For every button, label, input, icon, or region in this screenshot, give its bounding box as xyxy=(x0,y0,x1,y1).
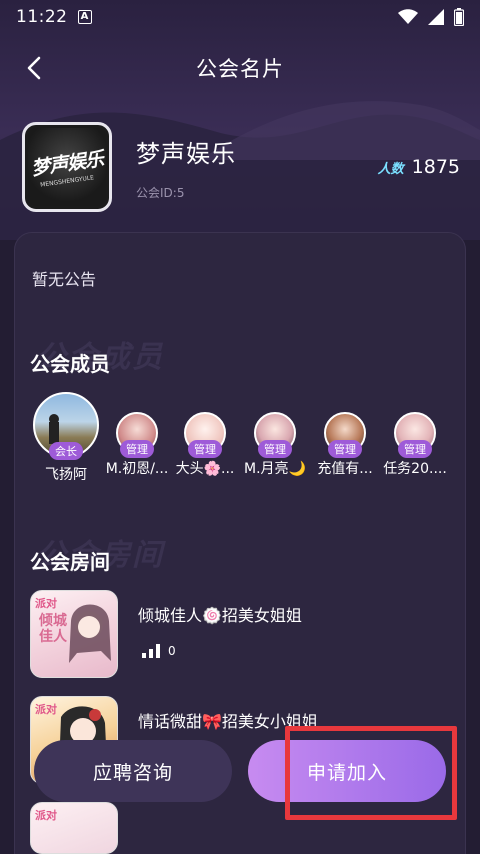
page-header: 公会名片 xyxy=(0,44,480,92)
room-cover[interactable]: 派对 倾城佳人 xyxy=(30,590,118,678)
member-item[interactable]: 管理 M.月亮🌙 xyxy=(242,412,308,478)
guild-name: 梦声娱乐 xyxy=(136,140,236,168)
guild-logo: 梦声娱乐 MENGSHENGYULE xyxy=(22,122,112,212)
member-count-label: 人数 xyxy=(377,161,404,177)
member-name: 充值有... xyxy=(317,461,373,477)
status-time: 11:22 xyxy=(16,7,68,27)
room-listener-count: 0 xyxy=(168,644,176,658)
role-badge: 管理 xyxy=(328,440,362,458)
chevron-left-icon xyxy=(27,56,41,80)
page-title: 公会名片 xyxy=(196,57,284,81)
member-item[interactable]: 管理 M.初恩/... xyxy=(104,412,170,478)
status-notification-icon: A xyxy=(77,10,92,24)
guild-logo-image: 梦声娱乐 MENGSHENGYULE xyxy=(28,128,106,206)
signal-icon xyxy=(428,9,444,25)
member-item[interactable]: 管理 大头🌸... xyxy=(172,412,238,478)
member-name: 任务20.... xyxy=(383,461,447,477)
member-name: M.初恩/... xyxy=(105,461,169,477)
members-section-title: 公会成员 xyxy=(30,352,110,376)
role-badge: 管理 xyxy=(120,440,154,458)
room-cover[interactable]: 派对 xyxy=(30,802,118,854)
member-name: 飞扬阿 xyxy=(45,467,87,483)
status-icons xyxy=(398,8,464,26)
battery-icon xyxy=(454,8,464,26)
member-item-leader[interactable]: 会长 飞扬阿 xyxy=(32,392,100,484)
room-cover-tag: 派对 xyxy=(35,809,57,822)
role-badge: 管理 xyxy=(258,440,292,458)
role-badge: 会长 xyxy=(49,442,83,460)
guild-notice: 暂无公告 xyxy=(32,270,97,289)
role-badge: 管理 xyxy=(188,440,222,458)
wifi-icon xyxy=(398,9,418,24)
member-item[interactable]: 管理 充值有... xyxy=(312,412,378,478)
highlight-box xyxy=(285,726,457,820)
back-button[interactable] xyxy=(18,52,50,84)
member-count: 人数 1875 xyxy=(378,156,460,178)
room-cover-illustration xyxy=(69,604,111,663)
member-item[interactable]: 管理 任务20.... xyxy=(382,412,448,478)
room-name[interactable]: 倾城佳人🍥招美女姐姐 xyxy=(138,602,302,626)
role-badge: 管理 xyxy=(398,440,432,458)
consult-button[interactable]: 应聘咨询 xyxy=(34,740,232,802)
audio-bars-icon xyxy=(142,644,160,658)
status-bar: 11:22 A xyxy=(0,0,480,34)
rooms-section-title: 公会房间 xyxy=(30,550,110,574)
member-name: M.月亮🌙 xyxy=(244,461,306,477)
member-name: 大头🌸... xyxy=(175,461,235,477)
guild-id: 公会ID:5 xyxy=(136,186,185,200)
room-stats: 0 xyxy=(142,644,176,658)
member-count-value: 1875 xyxy=(411,156,460,178)
